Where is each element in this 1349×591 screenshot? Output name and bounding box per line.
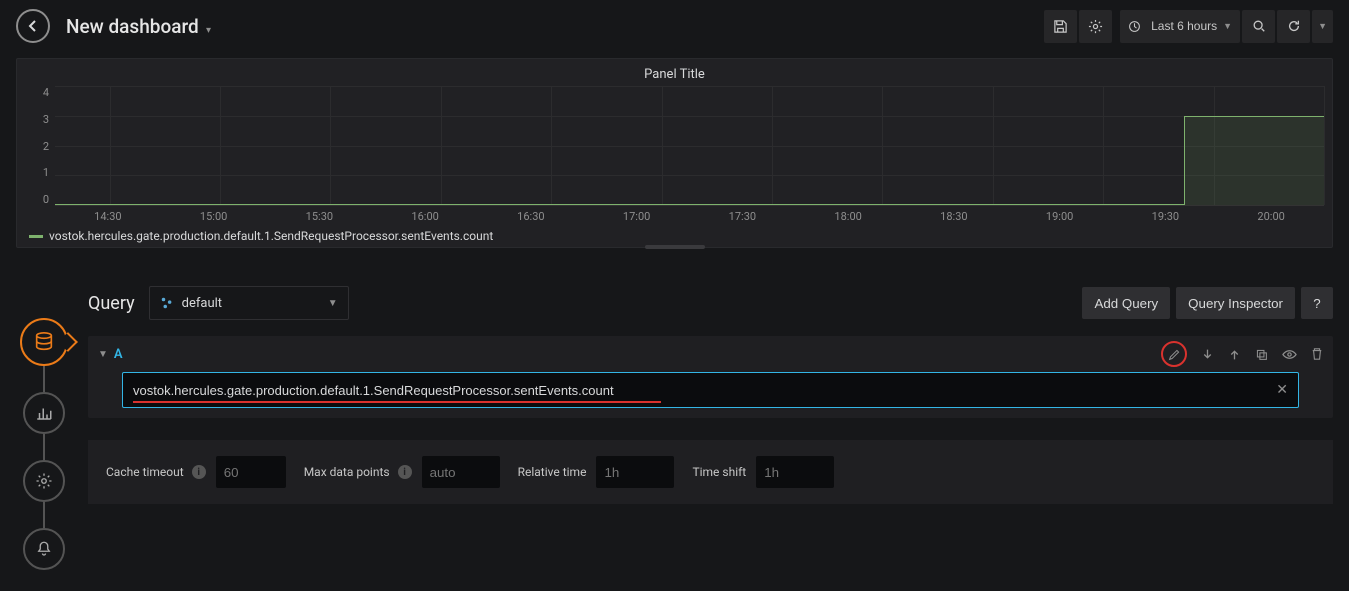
save-icon bbox=[1053, 19, 1068, 34]
cache-timeout-input[interactable] bbox=[216, 456, 286, 488]
arrow-down-icon bbox=[1201, 348, 1214, 361]
info-icon[interactable]: i bbox=[398, 465, 412, 479]
time-shift-input[interactable] bbox=[756, 456, 834, 488]
max-data-points-label: Max data pointsi bbox=[304, 465, 422, 479]
legend-label: vostok.hercules.gate.production.default.… bbox=[49, 229, 493, 243]
tab-queries[interactable] bbox=[20, 318, 68, 366]
tab-alert[interactable] bbox=[23, 528, 65, 570]
gear-icon bbox=[1088, 19, 1103, 34]
eye-icon bbox=[1282, 348, 1297, 361]
settings-button[interactable] bbox=[1079, 10, 1112, 43]
duplicate-button[interactable] bbox=[1255, 341, 1268, 367]
refresh-icon bbox=[1287, 19, 1301, 33]
zoom-out-button[interactable] bbox=[1242, 10, 1275, 43]
chevron-down-icon: ▼ bbox=[1318, 21, 1327, 31]
move-up-button[interactable] bbox=[1228, 341, 1241, 367]
relative-time-label: Relative time bbox=[518, 465, 597, 479]
time-range-button[interactable]: Last 6 hours ▼ bbox=[1120, 10, 1240, 43]
dashboard-title[interactable]: New dashboard ▾ bbox=[50, 15, 211, 38]
tab-visualization[interactable] bbox=[23, 392, 65, 434]
back-button[interactable] bbox=[16, 9, 50, 43]
query-options: Cache timeouti Max data pointsi Relative… bbox=[88, 440, 1333, 504]
plot-area[interactable] bbox=[55, 86, 1324, 206]
time-range-label: Last 6 hours bbox=[1145, 19, 1223, 33]
relative-time-input[interactable] bbox=[596, 456, 674, 488]
chevron-down-icon: ▼ bbox=[328, 298, 338, 309]
help-button[interactable]: ? bbox=[1301, 287, 1333, 319]
query-letter[interactable]: A bbox=[114, 347, 123, 362]
database-icon bbox=[33, 331, 55, 353]
title-text: New dashboard bbox=[66, 15, 199, 38]
collapse-icon[interactable]: ▼ bbox=[98, 349, 108, 360]
datasource-select[interactable]: default ▼ bbox=[149, 286, 349, 320]
y-axis: 4 3 2 1 0 bbox=[25, 86, 55, 206]
chart-icon bbox=[35, 404, 53, 422]
move-down-button[interactable] bbox=[1201, 341, 1214, 367]
delete-button[interactable] bbox=[1311, 341, 1323, 367]
pencil-icon bbox=[1168, 348, 1181, 361]
chevron-down-icon: ▼ bbox=[1223, 21, 1232, 31]
datasource-label: default bbox=[182, 296, 222, 311]
time-shift-label: Time shift bbox=[692, 465, 756, 479]
toggle-edit-button[interactable] bbox=[1161, 341, 1187, 367]
cache-timeout-label: Cache timeouti bbox=[106, 465, 216, 479]
refresh-interval-button[interactable]: ▼ bbox=[1312, 10, 1333, 43]
x-axis: 14:30 15:00 15:30 16:00 16:30 17:00 17:3… bbox=[55, 206, 1324, 223]
save-button[interactable] bbox=[1044, 10, 1077, 43]
query-row: ▼ A bbox=[88, 336, 1333, 418]
toggle-visibility-button[interactable] bbox=[1282, 341, 1297, 367]
legend-item[interactable]: vostok.hercules.gate.production.default.… bbox=[25, 229, 1324, 243]
section-title: Query bbox=[88, 293, 135, 314]
max-data-points-input[interactable] bbox=[422, 456, 500, 488]
graph-panel: Panel Title 4 3 2 1 0 bbox=[16, 58, 1333, 248]
error-underline bbox=[133, 401, 661, 403]
series-area bbox=[1184, 116, 1324, 205]
info-icon[interactable]: i bbox=[192, 465, 206, 479]
add-query-button[interactable]: Add Query bbox=[1082, 287, 1170, 319]
panel-title: Panel Title bbox=[25, 67, 1324, 82]
clear-button[interactable]: ✕ bbox=[1276, 382, 1288, 398]
drag-handle[interactable] bbox=[645, 245, 705, 249]
datasource-icon bbox=[160, 296, 174, 310]
query-inspector-button[interactable]: Query Inspector bbox=[1176, 287, 1295, 319]
trash-icon bbox=[1311, 347, 1323, 361]
tab-general[interactable] bbox=[23, 460, 65, 502]
refresh-button[interactable] bbox=[1277, 10, 1310, 43]
query-input[interactable] bbox=[133, 383, 1276, 398]
legend-swatch bbox=[29, 235, 43, 238]
arrow-up-icon bbox=[1228, 348, 1241, 361]
query-input-wrap: ✕ bbox=[122, 372, 1299, 408]
copy-icon bbox=[1255, 348, 1268, 361]
gear-icon bbox=[35, 472, 53, 490]
bell-icon bbox=[35, 540, 53, 558]
chevron-down-icon: ▾ bbox=[206, 25, 211, 36]
clock-icon bbox=[1128, 20, 1141, 33]
search-icon bbox=[1252, 19, 1266, 33]
series-line bbox=[55, 204, 1184, 205]
